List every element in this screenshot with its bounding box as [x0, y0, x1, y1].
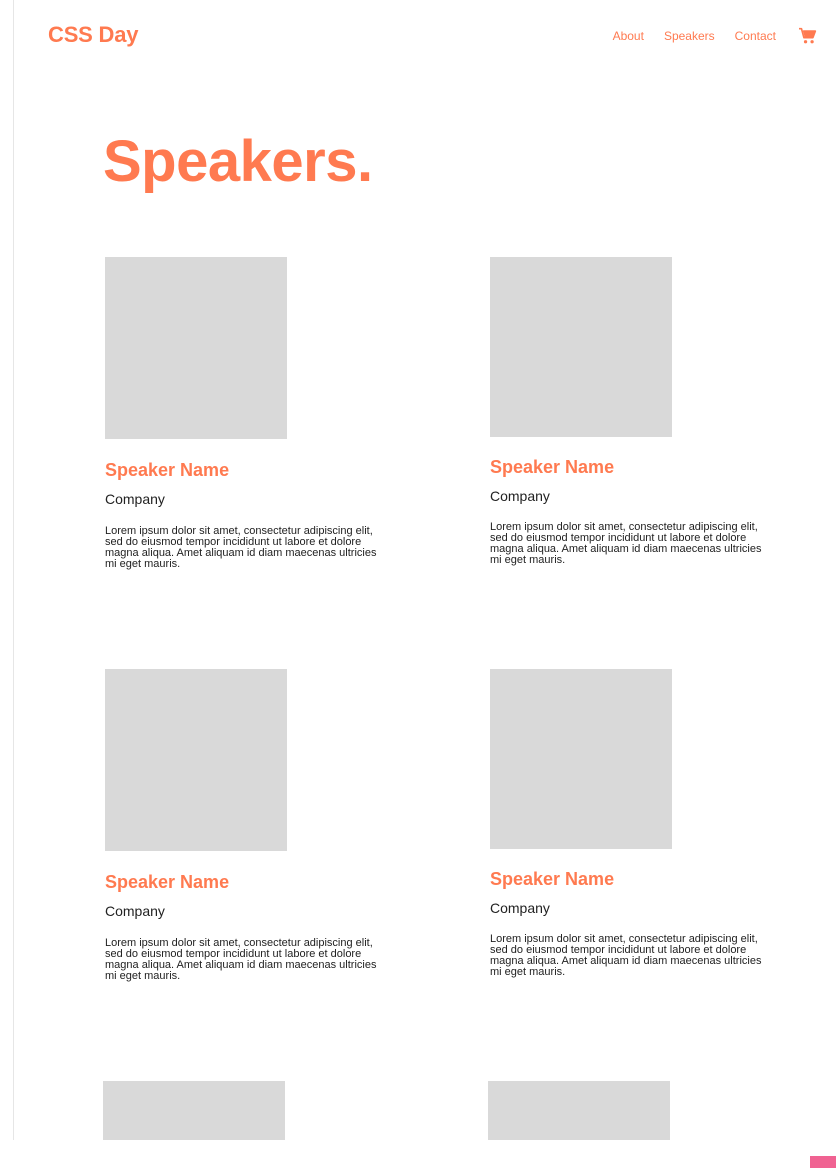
- speaker-card: Speaker Name Company Lorem ipsum dolor s…: [105, 257, 395, 570]
- left-border-line: [13, 0, 14, 1140]
- page-title: Speakers.: [103, 129, 373, 194]
- speaker-photo-placeholder: [490, 669, 672, 849]
- speaker-photo-placeholder: [490, 257, 672, 437]
- speaker-bio: Lorem ipsum dolor sit amet, consectetur …: [490, 520, 762, 566]
- speaker-bio: Lorem ipsum dolor sit amet, consectetur …: [105, 936, 377, 982]
- speaker-photo-placeholder: [105, 257, 287, 439]
- main-nav: About Speakers Contact: [613, 27, 818, 45]
- nav-speakers-link[interactable]: Speakers: [664, 29, 715, 43]
- speaker-bio: Lorem ipsum dolor sit amet, consectetur …: [105, 524, 377, 570]
- speaker-company: Company: [105, 902, 165, 919]
- corner-indicator: [810, 1156, 836, 1168]
- speaker-name[interactable]: Speaker Name: [105, 872, 395, 893]
- speaker-card: Speaker Name Company Lorem ipsum dolor s…: [490, 669, 780, 978]
- speaker-company: Company: [490, 487, 550, 504]
- speaker-name[interactable]: Speaker Name: [490, 457, 780, 478]
- speaker-photo-placeholder: [488, 1081, 670, 1140]
- nav-about-link[interactable]: About: [613, 29, 644, 43]
- speaker-photo-placeholder: [105, 669, 287, 851]
- speaker-company: Company: [105, 490, 165, 507]
- speaker-name[interactable]: Speaker Name: [490, 869, 780, 890]
- speaker-company: Company: [490, 899, 550, 916]
- nav-contact-link[interactable]: Contact: [735, 29, 776, 43]
- speaker-name[interactable]: Speaker Name: [105, 460, 395, 481]
- speaker-bio: Lorem ipsum dolor sit amet, consectetur …: [490, 932, 762, 978]
- speaker-photo-placeholder: [103, 1081, 285, 1140]
- site-logo[interactable]: CSS Day: [48, 22, 139, 48]
- speaker-card: Speaker Name Company Lorem ipsum dolor s…: [105, 669, 395, 982]
- speaker-card: Speaker Name Company Lorem ipsum dolor s…: [490, 257, 780, 566]
- shopping-cart-icon[interactable]: [798, 27, 818, 45]
